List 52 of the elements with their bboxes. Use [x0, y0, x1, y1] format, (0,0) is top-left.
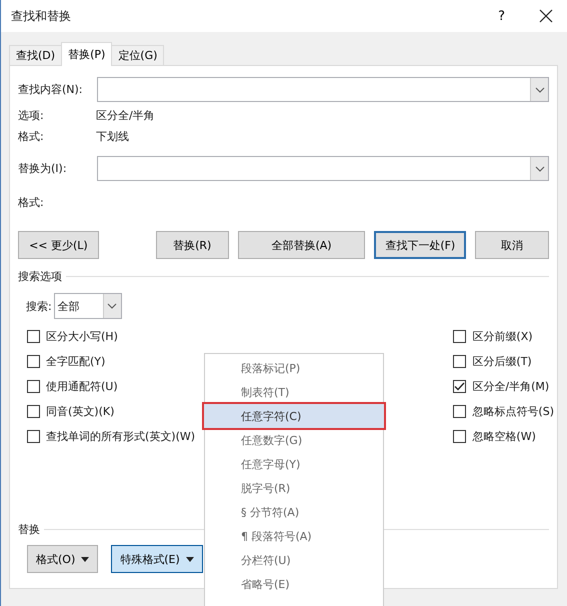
field-label: 查找内容(N):	[18, 82, 84, 97]
dialog-button[interactable]: << 更少(L)	[18, 231, 99, 259]
chevron-down-icon[interactable]	[534, 86, 544, 92]
chevron-down-icon[interactable]	[534, 166, 544, 172]
tab[interactable]: 查找(D)	[9, 45, 62, 65]
field-label: 替换为(I):	[18, 161, 68, 176]
checkbox-option[interactable]: 忽略空格(W)	[453, 424, 554, 449]
checkbox-option[interactable]: 使用通配符(U)	[27, 374, 196, 399]
section-title: 搜索选项	[18, 269, 62, 284]
dialog-button[interactable]: 替换(R)	[156, 231, 229, 259]
info-label: 格式:	[18, 129, 45, 144]
info-value: 区分全/半角	[96, 108, 155, 123]
chevron-down-icon[interactable]	[107, 303, 118, 309]
menu-item[interactable]: ¶ 段落符号(A)	[205, 524, 383, 548]
menu-item[interactable]: 制表符(T)	[205, 380, 383, 404]
checkbox-option[interactable]: 区分全/半角(M)	[453, 374, 554, 399]
info-value: 下划线	[96, 129, 129, 144]
caret-icon	[186, 556, 194, 562]
menu-button[interactable]: 特殊格式(E)	[111, 545, 203, 573]
menu-item[interactable]: § 分节符(A)	[205, 500, 383, 524]
checkbox-option[interactable]: 区分前缀(X)	[453, 324, 554, 349]
menu-item[interactable]: 任意字母(Y)	[205, 452, 383, 476]
help-button[interactable]: ?	[498, 8, 505, 24]
dialog-button[interactable]: 查找下一处(F)	[374, 231, 466, 259]
menu-item[interactable]: 任意字符(C)	[202, 402, 386, 430]
caret-icon	[81, 556, 90, 562]
search-dropdown[interactable]: 全部	[54, 293, 122, 319]
menu-item[interactable]: 段落标记(P)	[205, 356, 383, 380]
menu-item[interactable]: 省略号(E)	[205, 572, 383, 596]
checkbox-option[interactable]: 同音(英文)(K)	[27, 399, 196, 424]
menu-item[interactable]: 任意数字(G)	[205, 428, 383, 452]
menu-item[interactable]: 脱字号(R)	[205, 476, 383, 500]
dialog-button[interactable]: 取消	[475, 231, 549, 259]
find-field[interactable]	[97, 77, 549, 102]
menu-button[interactable]: 格式(O)	[27, 545, 98, 573]
section-title: 替换	[18, 522, 40, 537]
checkbox-option[interactable]: 区分大小写(H)	[27, 324, 196, 349]
checkbox-option[interactable]: 全字匹配(Y)	[27, 349, 196, 374]
search-label: 搜索:	[26, 298, 52, 314]
info-label: 选项:	[18, 108, 45, 123]
check-icon	[454, 382, 466, 391]
checkbox-option[interactable]: 忽略标点符号(S)	[453, 399, 554, 424]
checkbox-option[interactable]: 查找单词的所有形式(英文)(W)	[27, 424, 196, 449]
checkbox-option[interactable]: 区分后缀(T)	[453, 349, 554, 374]
info-label: 格式:	[18, 195, 45, 210]
close-icon[interactable]	[539, 9, 553, 23]
tab[interactable]: 定位(G)	[111, 45, 164, 65]
replace-field[interactable]	[97, 156, 549, 181]
window-title: 查找和替换	[11, 8, 72, 24]
tab[interactable]: 替换(P)	[61, 42, 112, 66]
menu-item[interactable]: 分栏符(U)	[205, 548, 383, 572]
dialog-button[interactable]: 全部替换(A)	[238, 231, 366, 259]
